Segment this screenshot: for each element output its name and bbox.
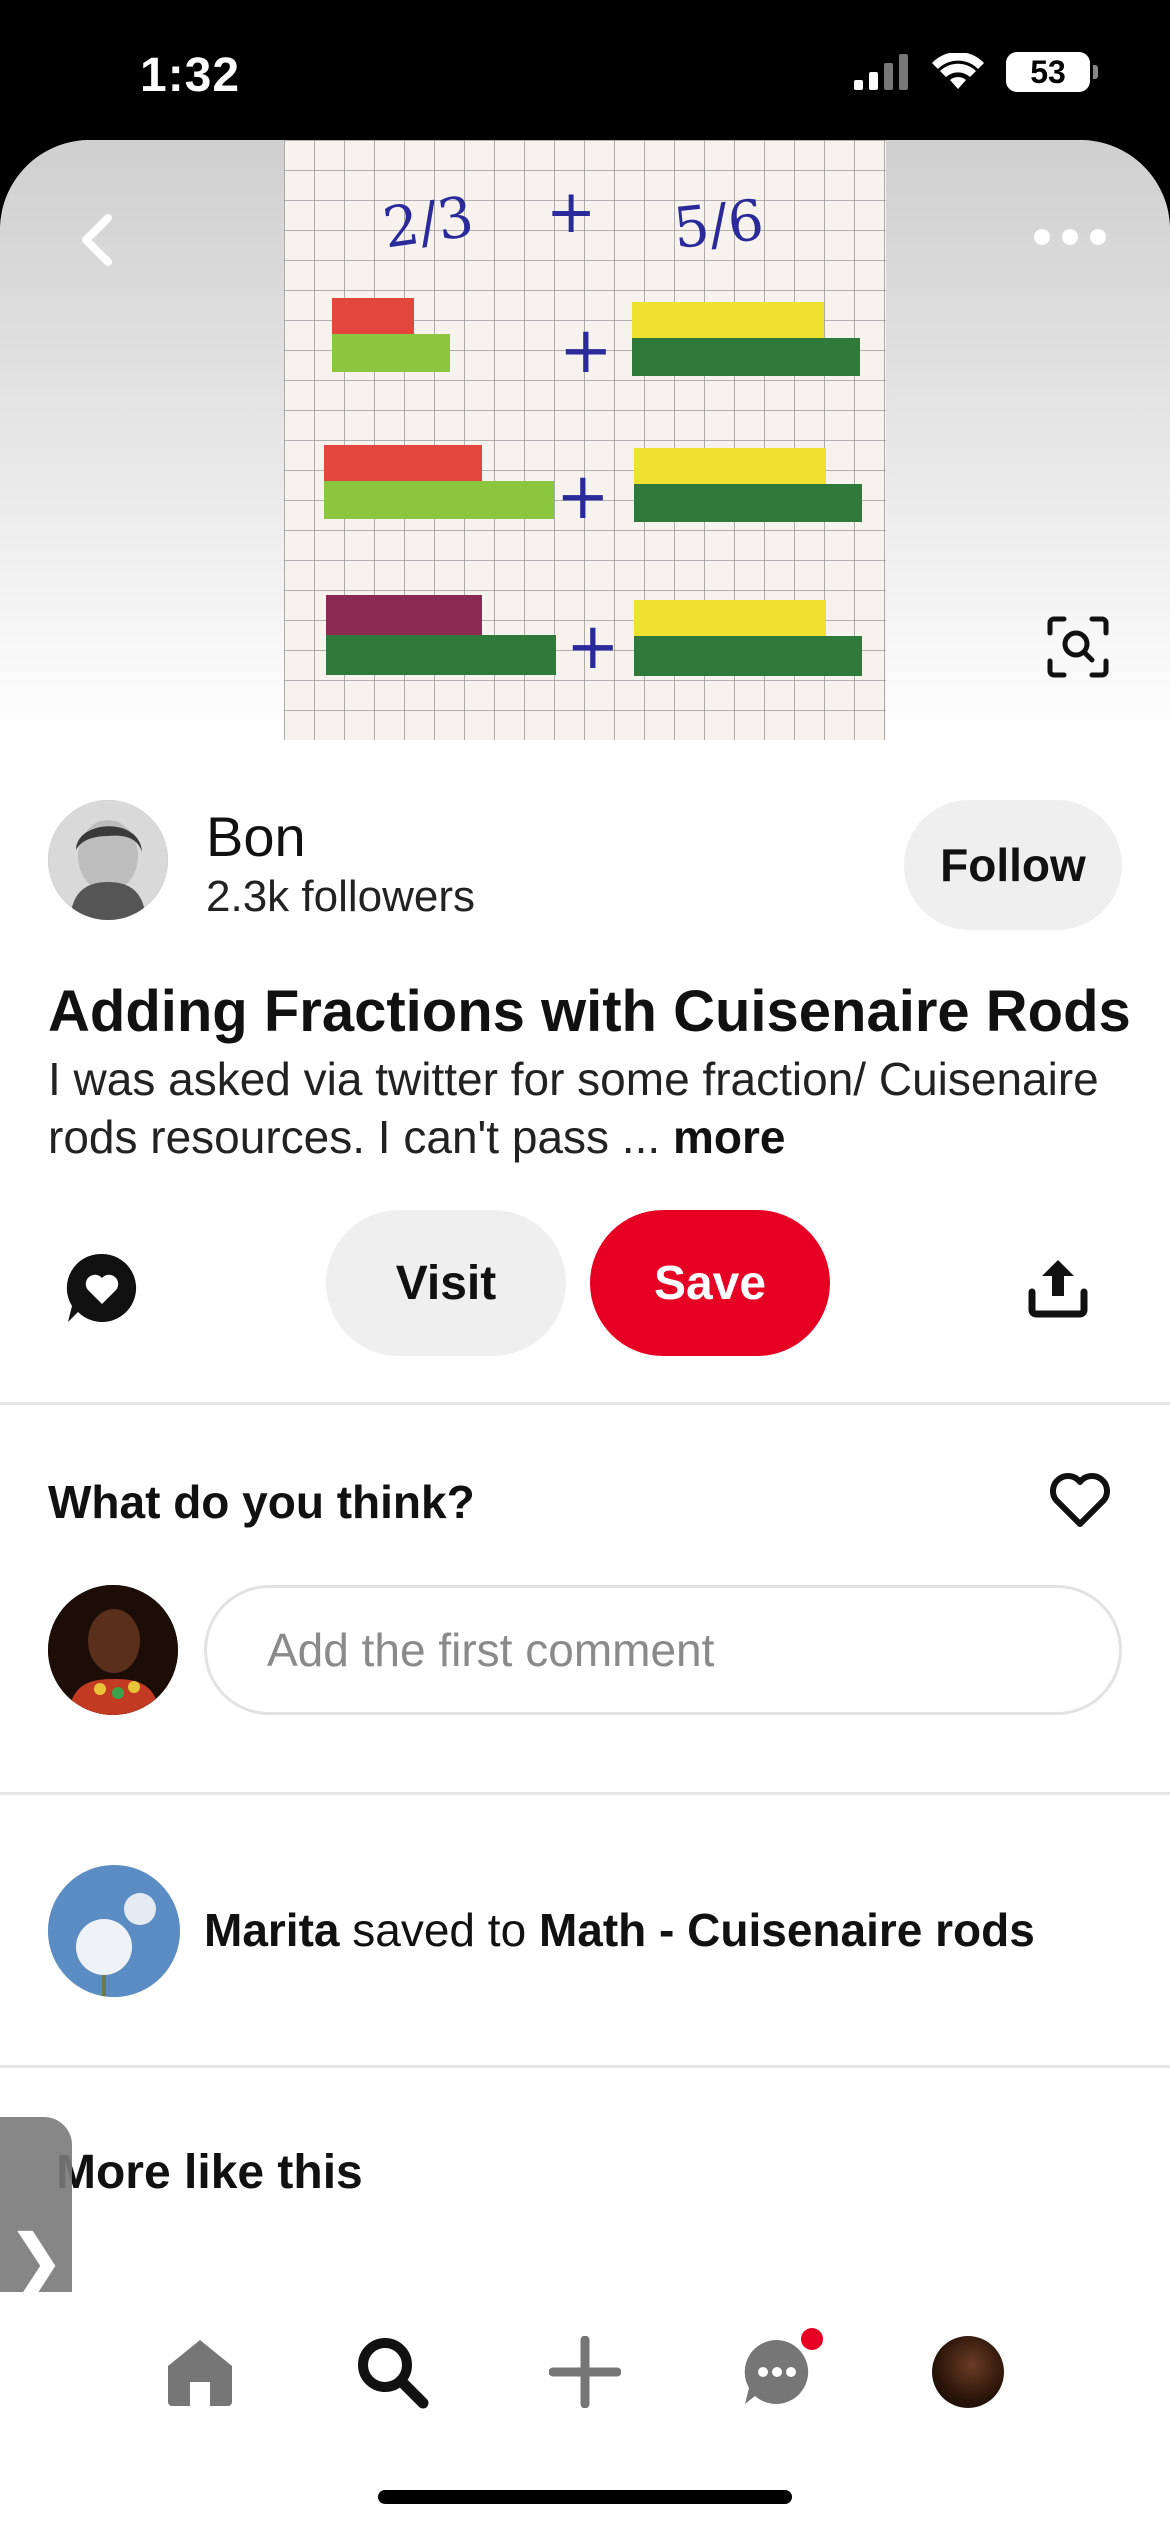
activity-user[interactable]: Marita (204, 1904, 339, 1956)
comments-heading: What do you think? (48, 1476, 475, 1528)
divider (0, 1402, 1170, 1405)
pin-hero: 2/3 + 5/6 + + + (0, 140, 1170, 740)
nav-create[interactable] (545, 2332, 625, 2412)
battery-indicator: 53 (1006, 52, 1098, 92)
status-icons: 53 (854, 52, 1098, 92)
marita-avatar[interactable] (48, 1865, 180, 1997)
status-time: 1:32 (140, 49, 241, 102)
home-icon (168, 2340, 232, 2406)
search-icon (358, 2338, 429, 2409)
nav-messages[interactable] (737, 2328, 823, 2412)
fraction-plus: + (546, 177, 596, 247)
svg-text:+: + (556, 460, 610, 534)
divider (0, 2065, 1170, 2068)
home-indicator (378, 2490, 792, 2504)
creator-photo (48, 800, 168, 920)
cellular-signal-icon (854, 54, 908, 90)
creator-row: Bon 2.3k followers Follow (48, 800, 1122, 930)
activity-board[interactable]: Math - Cuisenaire rods (539, 1904, 1035, 1956)
creator-followers: 2.3k followers (206, 872, 476, 921)
status-bar: 1:32 53 (0, 0, 1170, 150)
comment-input[interactable]: Add the first comment (204, 1585, 1122, 1715)
comment-reaction-icon[interactable] (64, 1250, 140, 1326)
pin-description-text: I was asked via twitter for some fractio… (48, 1053, 1099, 1163)
saved-activity-text: Marita saved to Math - Cuisenaire rods (204, 1903, 1035, 1957)
fraction-left: 2/3 (379, 185, 477, 262)
pin-title: Adding Fractions with Cuisenaire Rods (48, 979, 1131, 1044)
nav-home[interactable] (160, 2332, 240, 2412)
svg-text:+: + (559, 314, 613, 388)
saved-activity-row: Marita saved to Math - Cuisenaire rods (48, 1865, 1148, 1997)
notification-dot (801, 2328, 823, 2350)
visit-button[interactable]: Visit (326, 1210, 566, 1356)
dandelion-photo (48, 1865, 180, 1997)
visual-search-icon[interactable] (1046, 615, 1110, 679)
wifi-icon (932, 53, 984, 89)
chat-bubble-icon (744, 2339, 809, 2404)
nav-profile[interactable] (928, 2332, 1008, 2412)
save-button[interactable]: Save (590, 1210, 830, 1356)
creator-name[interactable]: Bon (206, 804, 306, 869)
profile-avatar-icon (932, 2336, 1004, 2408)
share-icon[interactable] (1026, 1254, 1090, 1318)
divider (0, 1792, 1170, 1795)
fraction-right: 5/6 (670, 188, 766, 262)
user-avatar (48, 1585, 178, 1715)
more-options-icon[interactable] (1030, 222, 1110, 252)
action-row: Visit Save (0, 1210, 1170, 1360)
follow-button[interactable]: Follow (904, 800, 1122, 930)
nav-search[interactable] (352, 2332, 432, 2412)
pin-description: I was asked via twitter for some fractio… (48, 1050, 1128, 1166)
activity-verb: saved to (352, 1904, 527, 1956)
heart-icon[interactable] (1048, 1470, 1112, 1530)
pin-detail-sheet: 2/3 + 5/6 + + + Bon 2.3k followers Follo… (0, 140, 1170, 2532)
cuisenaire-rods-image: 2/3 + 5/6 + + + (284, 140, 886, 740)
back-chevron-icon[interactable] (70, 210, 130, 270)
plus-icon (549, 2336, 621, 2408)
svg-text:+: + (566, 610, 620, 684)
more-link[interactable]: more (673, 1111, 785, 1163)
more-like-this-heading: More like this (56, 2146, 363, 2199)
pin-image[interactable]: 2/3 + 5/6 + + + (284, 140, 886, 740)
creator-avatar[interactable] (48, 800, 168, 920)
user-photo (48, 1585, 178, 1715)
